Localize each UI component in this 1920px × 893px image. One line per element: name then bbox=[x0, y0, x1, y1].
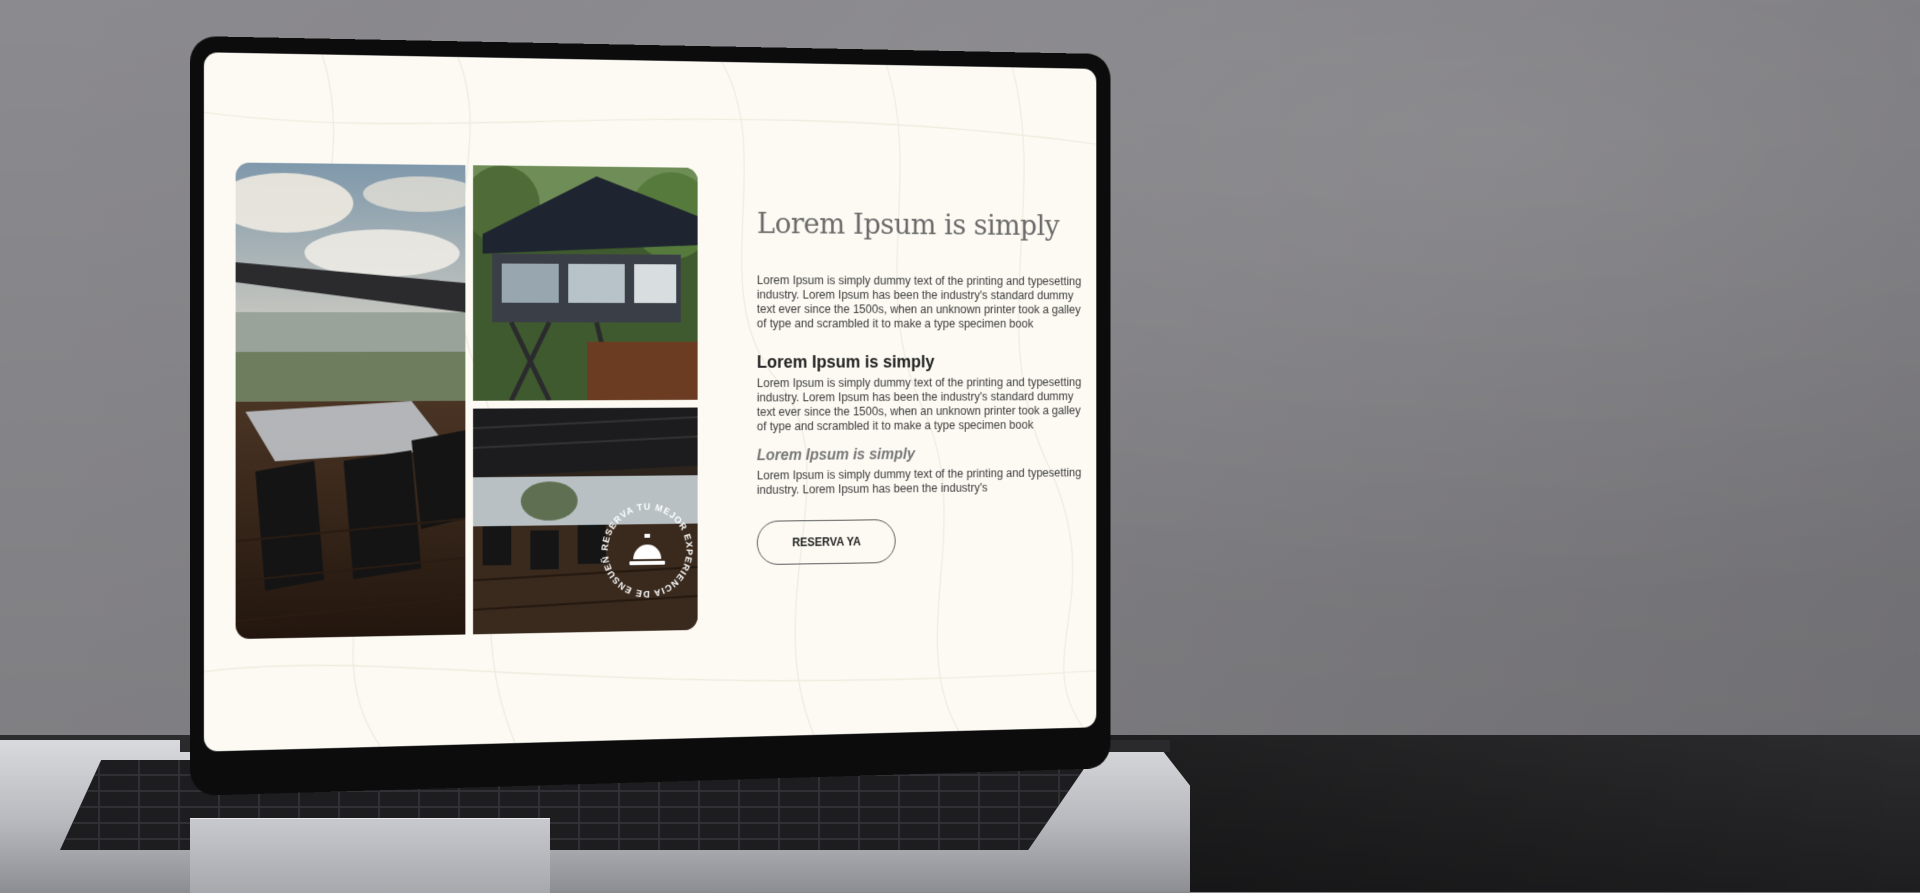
reserva-button[interactable]: RESERVA YA bbox=[757, 519, 896, 565]
section-heading-bold: Lorem Ipsum is simply bbox=[757, 352, 1082, 373]
website-screen: RESERVA TU MEJOR EXPERIENCIA DE ENSUEÑO … bbox=[204, 52, 1096, 751]
laptop-trackpad bbox=[190, 818, 550, 893]
treehouse-restaurant-photo bbox=[473, 165, 698, 401]
terrace-umbrella-photo bbox=[236, 163, 466, 640]
section-heading-italic: Lorem Ipsum is simply bbox=[757, 445, 1082, 465]
section-paragraph-short: Lorem Ipsum is simply dummy text of the … bbox=[757, 466, 1082, 498]
section-paragraph: Lorem Ipsum is simply dummy text of the … bbox=[757, 376, 1082, 435]
content-column: Lorem Ipsum is simply Lorem Ipsum is sim… bbox=[757, 207, 1082, 565]
service-bell-icon bbox=[629, 534, 665, 566]
page-title: Lorem Ipsum is simply bbox=[757, 207, 1082, 243]
laptop-bezel: RESERVA TU MEJOR EXPERIENCIA DE ENSUEÑO … bbox=[190, 36, 1110, 796]
intro-paragraph: Lorem Ipsum is simply dummy text of the … bbox=[757, 273, 1082, 331]
reserva-badge: RESERVA TU MEJOR EXPERIENCIA DE ENSUEÑO bbox=[596, 496, 699, 604]
